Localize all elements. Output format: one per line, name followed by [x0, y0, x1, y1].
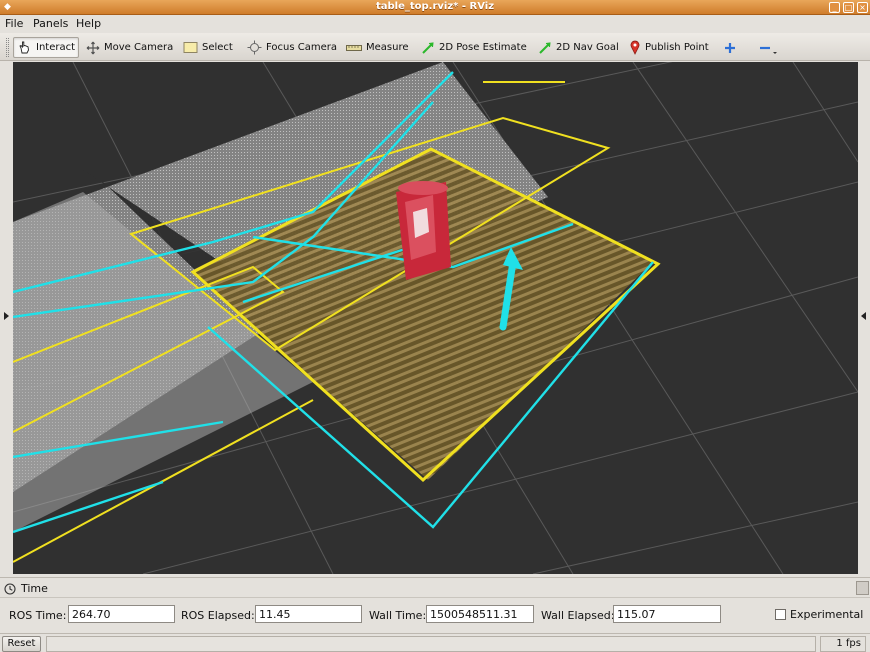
- render-viewport[interactable]: [13, 62, 858, 574]
- minus-icon: [760, 46, 777, 54]
- wall-elapsed-field[interactable]: 115.07: [613, 605, 721, 623]
- toolbar-grip[interactable]: [6, 38, 9, 57]
- add-tool-button[interactable]: [720, 37, 740, 58]
- menu-file[interactable]: File: [5, 17, 23, 30]
- time-panel-title: Time: [21, 582, 48, 595]
- menu-panels[interactable]: Panels: [33, 17, 68, 30]
- move-arrows-icon: [86, 41, 100, 54]
- tool-focus-camera-label: Focus Camera: [266, 42, 337, 53]
- tool-2d-pose-estimate[interactable]: 2D Pose Estimate: [418, 37, 530, 58]
- window-title: table_top.rviz* - RViz: [375, 1, 495, 12]
- close-button[interactable]: ×: [857, 2, 868, 13]
- tool-interact-label: Interact: [36, 42, 76, 53]
- menu-help[interactable]: Help: [76, 17, 101, 30]
- clock-icon: [4, 582, 16, 595]
- tool-2d-nav-goal-label: 2D Nav Goal: [556, 42, 619, 53]
- wall-elapsed-label: Wall Elapsed:: [541, 609, 615, 622]
- maximize-button[interactable]: □: [843, 2, 854, 13]
- hand-pointer-icon: [19, 41, 29, 54]
- plus-icon: [725, 42, 735, 53]
- tool-move-camera[interactable]: Move Camera: [83, 37, 176, 58]
- green-arrow-icon: [539, 41, 551, 54]
- focus-crosshair-icon: [247, 40, 262, 55]
- ros-time-field[interactable]: 264.70: [68, 605, 175, 623]
- title-bar[interactable]: ◆ table_top.rviz* - RViz _ □ ×: [0, 0, 870, 15]
- left-dock-handle[interactable]: [0, 62, 13, 574]
- select-rectangle-icon: [183, 42, 198, 53]
- tool-publish-point[interactable]: Publish Point: [626, 37, 712, 58]
- reset-button[interactable]: Reset: [2, 636, 41, 652]
- wall-time-field[interactable]: 1500548511.31: [426, 605, 534, 623]
- remove-tool-button[interactable]: [755, 37, 781, 58]
- experimental-checkbox[interactable]: [775, 609, 786, 620]
- red-pin-icon: [630, 40, 640, 55]
- tool-move-camera-label: Move Camera: [104, 42, 174, 53]
- time-panel-scroll[interactable]: [856, 581, 869, 595]
- green-arrow-icon: [422, 41, 434, 54]
- menu-bar: File Panels Help: [0, 15, 870, 33]
- tool-2d-nav-goal[interactable]: 2D Nav Goal: [535, 37, 622, 58]
- wall-time-label: Wall Time:: [369, 609, 427, 622]
- status-message: [46, 636, 816, 652]
- ros-elapsed-field[interactable]: 11.45: [255, 605, 362, 623]
- right-dock-handle[interactable]: [858, 62, 870, 574]
- ros-elapsed-label: ROS Elapsed:: [181, 609, 255, 622]
- experimental-label: Experimental: [790, 608, 864, 621]
- status-bar: Reset 1 fps: [0, 633, 870, 652]
- fps-readout: 1 fps: [820, 636, 866, 652]
- tool-measure[interactable]: Measure: [343, 37, 412, 58]
- tool-select-label: Select: [202, 42, 233, 53]
- tool-bar: Interact Move Camera Select Focus Camera: [0, 33, 870, 61]
- expand-left-icon: [4, 312, 9, 320]
- time-panel: Time ROS Time: 264.70 ROS Elapsed: 11.45…: [0, 577, 870, 633]
- minimize-button[interactable]: _: [829, 2, 840, 13]
- divider: [0, 597, 870, 598]
- time-panel-header: Time: [4, 582, 48, 595]
- rviz-window: ◆ table_top.rviz* - RViz _ □ × File Pane…: [0, 0, 870, 652]
- tool-publish-point-label: Publish Point: [645, 42, 709, 53]
- tool-interact[interactable]: Interact: [13, 37, 80, 58]
- expand-right-icon: [861, 312, 866, 320]
- ruler-icon: [346, 44, 362, 51]
- tool-focus-camera[interactable]: Focus Camera: [244, 37, 340, 58]
- tool-2d-pose-estimate-label: 2D Pose Estimate: [439, 42, 527, 53]
- tool-select[interactable]: Select: [180, 37, 236, 58]
- ros-time-label: ROS Time:: [9, 609, 67, 622]
- tool-measure-label: Measure: [366, 42, 409, 53]
